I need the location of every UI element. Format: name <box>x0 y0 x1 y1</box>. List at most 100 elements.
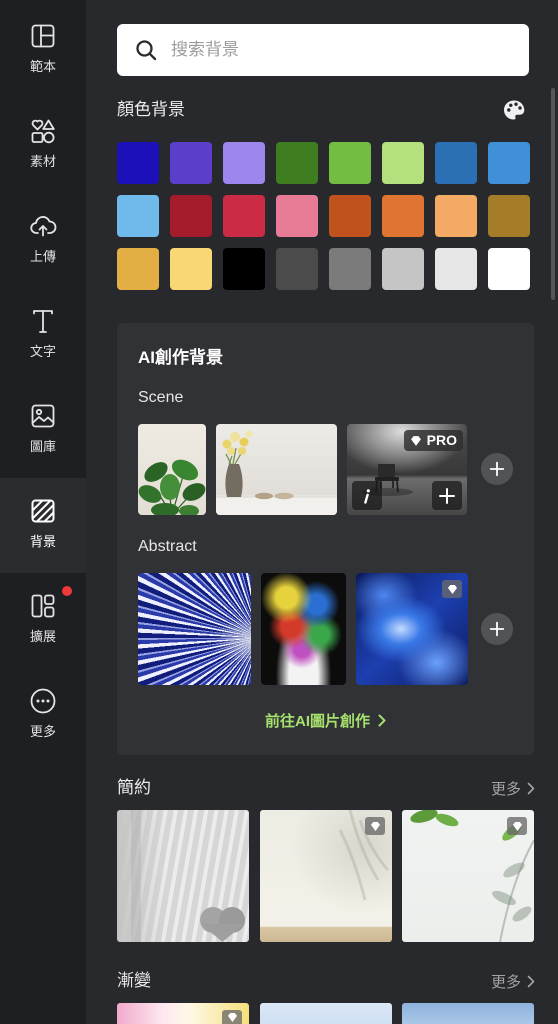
premium-badge <box>507 817 527 835</box>
sidebar-item-label: 圖庫 <box>29 439 56 454</box>
more-link-label: 更多 <box>490 973 521 991</box>
more-link[interactable]: 更多 <box>491 778 535 799</box>
category-title: 漸變 <box>117 971 151 990</box>
diamond-icon <box>410 435 421 446</box>
color-swatch[interactable] <box>329 142 371 184</box>
color-swatch[interactable] <box>382 142 424 184</box>
diamond-icon <box>227 1012 237 1022</box>
gradient-thumbnail[interactable] <box>260 1003 392 1024</box>
color-backgrounds-title: 顏色背景 <box>117 100 185 119</box>
ai-backgrounds-title: AI創作背景 <box>138 348 223 367</box>
color-swatch-grid <box>117 142 530 290</box>
color-swatch[interactable] <box>435 248 477 290</box>
more-link[interactable]: 更多 <box>491 971 535 992</box>
abstract-label: Abstract <box>138 538 197 555</box>
color-swatch[interactable] <box>170 142 212 184</box>
color-swatch[interactable] <box>329 248 371 290</box>
plus-icon <box>439 487 455 504</box>
sidebar-item-label: 素材 <box>29 154 56 169</box>
more-icon <box>29 687 57 715</box>
text-icon <box>29 307 57 335</box>
chevron-right-icon <box>527 975 535 987</box>
color-swatch[interactable] <box>488 195 530 237</box>
diamond-icon <box>370 821 380 831</box>
info-button[interactable] <box>352 481 382 510</box>
plus-icon <box>489 621 505 637</box>
add-scene-button[interactable] <box>481 453 513 485</box>
sidebar-item-label: 上傳 <box>29 249 56 264</box>
category-header-gradient: 漸變 更多 <box>117 970 535 992</box>
sidebar-item-image-library[interactable]: 圖庫 <box>0 383 86 478</box>
color-swatch[interactable] <box>276 142 318 184</box>
search-input[interactable] <box>171 35 521 65</box>
color-swatch[interactable] <box>276 248 318 290</box>
image-library-icon <box>29 402 57 430</box>
palette-icon[interactable] <box>503 99 525 121</box>
color-swatch[interactable] <box>117 248 159 290</box>
sidebar: 範本 素材 上傳 文字 圖庫 背景 擴展 更多 <box>0 0 86 1024</box>
template-icon <box>29 22 57 50</box>
sidebar-item-text[interactable]: 文字 <box>0 288 86 383</box>
abstract-thumbnail-smoke[interactable] <box>261 573 346 685</box>
sidebar-item-label: 文字 <box>29 344 56 359</box>
sidebar-item-label: 擴展 <box>29 629 56 644</box>
color-swatch[interactable] <box>117 142 159 184</box>
add-abstract-button[interactable] <box>481 613 513 645</box>
upload-cloud-icon <box>29 212 57 240</box>
color-swatch[interactable] <box>223 142 265 184</box>
extensions-icon <box>29 592 57 620</box>
category-title: 簡約 <box>117 778 151 797</box>
color-swatch[interactable] <box>382 195 424 237</box>
color-swatch[interactable] <box>170 195 212 237</box>
color-swatch[interactable] <box>329 195 371 237</box>
add-to-canvas-button[interactable] <box>432 481 462 510</box>
gradient-thumbnail[interactable] <box>402 1003 534 1024</box>
color-swatch[interactable] <box>488 248 530 290</box>
pro-badge-label: PRO <box>426 432 457 448</box>
sidebar-item-background[interactable]: 背景 <box>0 478 86 573</box>
scene-thumbnail-room[interactable]: PRO <box>347 424 467 515</box>
search-box[interactable] <box>117 24 529 76</box>
abstract-thumbnail-streaks[interactable] <box>138 573 251 685</box>
color-swatch[interactable] <box>435 142 477 184</box>
premium-badge <box>442 580 462 598</box>
color-swatch[interactable] <box>223 195 265 237</box>
pro-badge: PRO <box>403 430 463 451</box>
chevron-right-icon <box>527 782 535 794</box>
color-swatch[interactable] <box>382 248 424 290</box>
sidebar-item-extensions[interactable]: 擴展 <box>0 573 86 668</box>
color-swatch[interactable] <box>435 195 477 237</box>
color-swatch[interactable] <box>276 195 318 237</box>
premium-badge <box>222 1010 242 1024</box>
sidebar-item-label: 範本 <box>29 59 56 74</box>
color-swatch[interactable] <box>170 248 212 290</box>
color-swatch[interactable] <box>488 142 530 184</box>
simple-thumbnail[interactable] <box>402 810 534 942</box>
abstract-thumbnail-swirl[interactable] <box>356 573 468 685</box>
scene-thumbnail-plant[interactable] <box>138 424 206 515</box>
elements-icon <box>29 117 57 145</box>
sidebar-item-elements[interactable]: 素材 <box>0 98 86 193</box>
sidebar-item-templates[interactable]: 範本 <box>0 3 86 98</box>
search-icon <box>136 40 157 61</box>
premium-badge <box>365 817 385 835</box>
chevron-right-icon <box>378 714 386 726</box>
simple-thumbnail[interactable] <box>117 810 249 942</box>
sidebar-item-more[interactable]: 更多 <box>0 668 86 763</box>
category-header-simple: 簡約 更多 <box>117 777 535 799</box>
go-to-ai-image-creation-link[interactable]: 前往AI圖片創作 <box>117 710 534 730</box>
sidebar-item-upload[interactable]: 上傳 <box>0 193 86 288</box>
cta-label: 前往AI圖片創作 <box>264 712 370 730</box>
sidebar-item-label: 更多 <box>29 724 56 739</box>
notification-dot <box>62 586 72 596</box>
color-swatch[interactable] <box>117 195 159 237</box>
plus-icon <box>489 461 505 477</box>
scrollbar-thumb[interactable] <box>551 88 555 300</box>
more-link-label: 更多 <box>490 780 521 798</box>
gradient-thumbnail[interactable] <box>117 1003 249 1024</box>
scene-label: Scene <box>138 389 184 406</box>
simple-thumbnail[interactable] <box>260 810 392 942</box>
scene-thumbnail-vase[interactable] <box>216 424 337 515</box>
color-swatch[interactable] <box>223 248 265 290</box>
diamond-icon <box>512 821 522 831</box>
